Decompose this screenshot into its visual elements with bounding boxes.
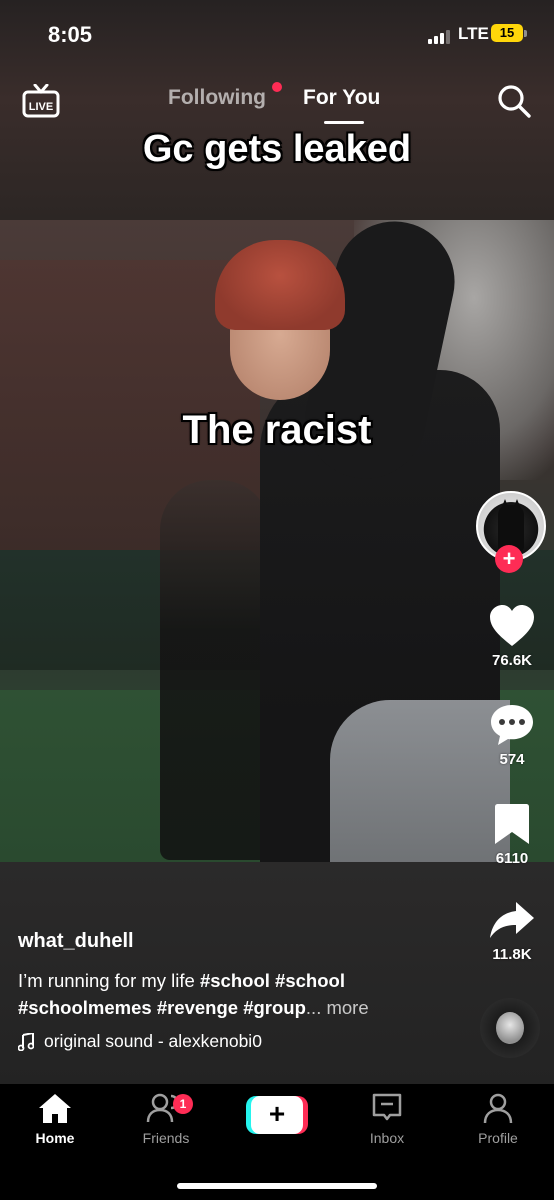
tabbar-inbox[interactable]: Inbox bbox=[342, 1092, 432, 1146]
friends-badge: 1 bbox=[173, 1094, 193, 1114]
comment-icon bbox=[491, 705, 533, 745]
hashtag-revenge[interactable]: #revenge bbox=[157, 997, 238, 1018]
tab-following[interactable]: Following bbox=[168, 86, 266, 110]
hashtag-schoolmemes[interactable]: #schoolmemes bbox=[18, 997, 152, 1018]
live-label: LIVE bbox=[29, 101, 53, 113]
tabbar-home-label: Home bbox=[35, 1130, 75, 1146]
heart-icon bbox=[490, 605, 534, 646]
tab-for-you[interactable]: For You bbox=[303, 86, 380, 110]
person-hair bbox=[215, 240, 345, 330]
sound-disc[interactable] bbox=[480, 998, 540, 1058]
caption-more-link[interactable]: ... more bbox=[306, 997, 369, 1018]
like-button[interactable]: 76.6K bbox=[470, 604, 554, 669]
tabbar-home[interactable]: Home bbox=[10, 1092, 100, 1146]
bookmark-icon bbox=[495, 804, 529, 844]
video-subtitle-overlay: The racist bbox=[182, 408, 372, 452]
create-button[interactable]: + bbox=[246, 1096, 308, 1134]
like-count: 76.6K bbox=[491, 652, 533, 669]
signal-icon bbox=[428, 28, 454, 44]
comment-button[interactable]: 574 bbox=[470, 703, 554, 768]
tabbar-friends[interactable]: 1 Friends bbox=[121, 1092, 211, 1146]
profile-icon bbox=[483, 1093, 513, 1124]
video-title-overlay: Gc gets leaked bbox=[142, 128, 412, 170]
save-count: 6110 bbox=[495, 850, 529, 867]
inbox-icon bbox=[372, 1093, 402, 1121]
status-time: 8:05 bbox=[48, 22, 93, 47]
home-icon bbox=[39, 1094, 71, 1123]
hashtag-school-2[interactable]: #school bbox=[275, 970, 345, 991]
music-note-icon bbox=[18, 1032, 34, 1051]
battery-icon: 15 bbox=[491, 24, 523, 42]
share-icon bbox=[490, 902, 534, 938]
home-indicator bbox=[177, 1183, 377, 1189]
live-tv-icon[interactable]: LIVE bbox=[22, 83, 62, 120]
hashtag-group[interactable]: #group bbox=[243, 997, 306, 1018]
share-count: 11.8K bbox=[492, 946, 532, 963]
creator-username[interactable]: what_duhell bbox=[18, 930, 448, 953]
post-description: what_duhell I’m running for my life #sch… bbox=[18, 930, 448, 1052]
status-bar: 8:05 LTE 15 bbox=[0, 0, 554, 70]
following-notification-dot bbox=[272, 82, 282, 92]
tiktok-feed-screen: 8:05 LTE 15 LIVE Following For You Gc ge… bbox=[0, 0, 554, 1200]
sound-name: original sound - alexkenobi0 bbox=[44, 1031, 262, 1051]
sound-row[interactable]: original sound - alexkenobi0 bbox=[18, 1031, 448, 1052]
network-type: LTE bbox=[458, 24, 489, 43]
battery-cap bbox=[524, 30, 527, 37]
post-caption[interactable]: I’m running for my life #school #school … bbox=[18, 967, 448, 1021]
hashtag-school[interactable]: #school bbox=[200, 970, 270, 991]
top-nav: LIVE Following For You bbox=[0, 76, 554, 126]
comment-count: 574 bbox=[499, 751, 525, 768]
sound-disc-artwork bbox=[496, 1012, 524, 1044]
plus-icon: + bbox=[251, 1096, 303, 1134]
tabbar-profile-label: Profile bbox=[478, 1130, 518, 1146]
save-button[interactable]: 6110 bbox=[470, 802, 554, 867]
tabbar-inbox-label: Inbox bbox=[369, 1130, 405, 1146]
batman-avatar-icon bbox=[498, 499, 524, 551]
active-tab-underline bbox=[324, 121, 364, 124]
follow-button[interactable]: + bbox=[495, 545, 523, 573]
tabbar-profile[interactable]: Profile bbox=[453, 1092, 543, 1146]
caption-prefix: I’m running for my life bbox=[18, 970, 200, 991]
search-icon[interactable] bbox=[496, 83, 532, 119]
tabbar-friends-label: Friends bbox=[142, 1130, 190, 1146]
share-button[interactable]: 11.8K bbox=[470, 898, 554, 963]
